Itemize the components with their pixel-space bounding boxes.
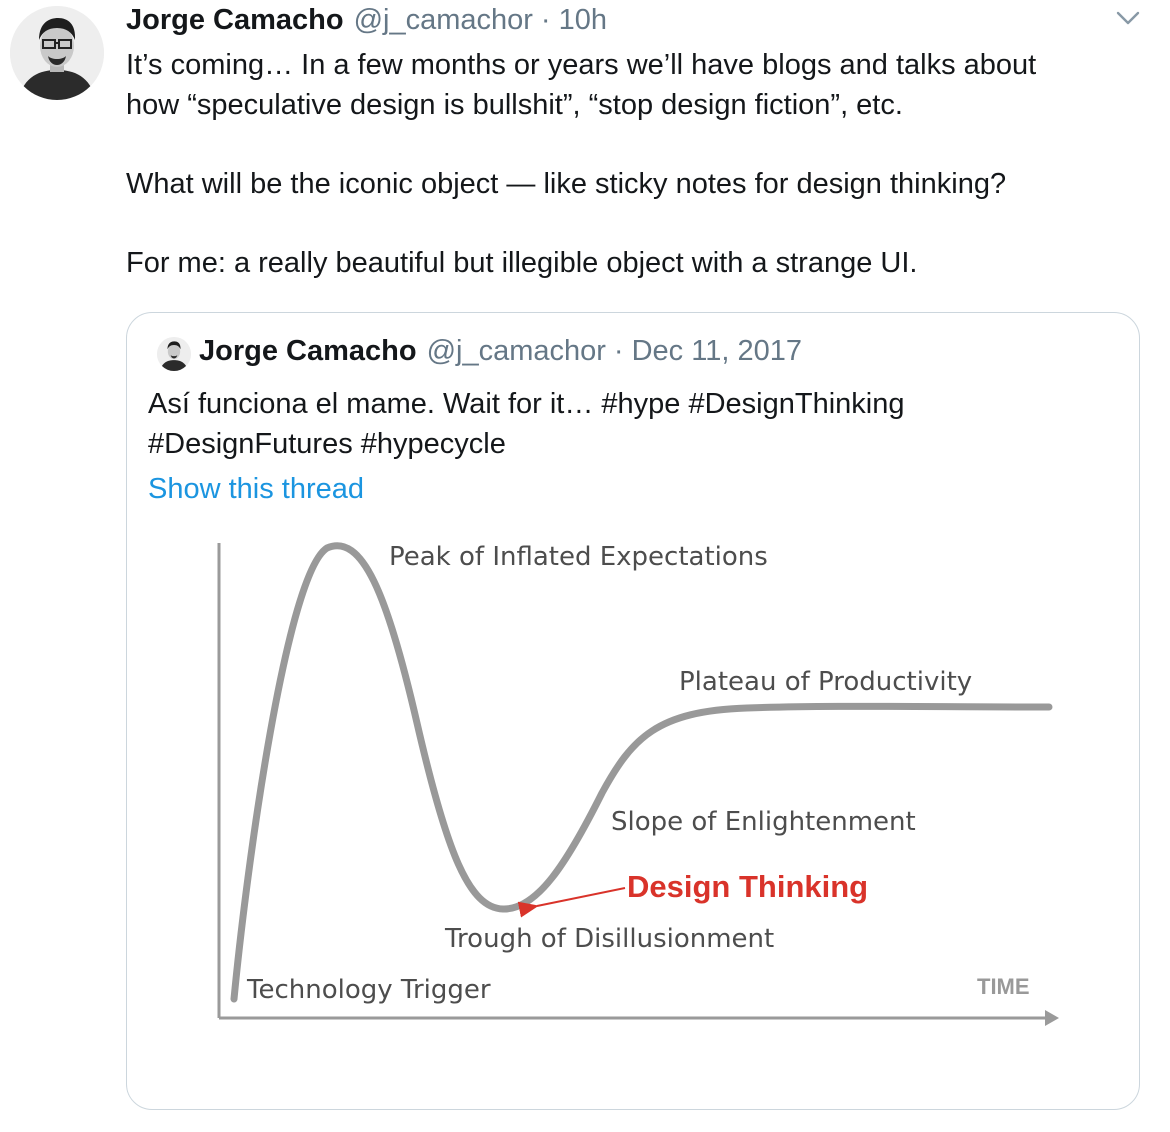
quoted-author-name: Jorge Camacho [199, 335, 417, 367]
header-separator: · [540, 4, 551, 36]
author-handle[interactable]: @j_camachor [354, 4, 533, 37]
quoted-tweet-header: Jorge Camacho @j_camachor · Dec 11, 2017 [199, 335, 802, 368]
trough-label: Trough of Disillusionment [444, 924, 774, 954]
hype-cycle-image: Peak of Inflated Expectations Plateau of… [207, 533, 1067, 1033]
quoted-tweet-card[interactable]: Jorge Camacho @j_camachor · Dec 11, 2017… [126, 312, 1140, 1110]
show-thread-link[interactable]: Show this thread [148, 473, 364, 506]
peak-label: Peak of Inflated Expectations [389, 542, 768, 572]
slope-label: Slope of Enlightenment [611, 807, 916, 837]
design-thinking-label: Design Thinking [627, 869, 868, 904]
author-avatar[interactable] [10, 6, 104, 100]
tweet-timestamp[interactable]: 10h [559, 4, 607, 37]
chevron-down-icon[interactable] [1114, 8, 1142, 28]
quoted-header-separator: · [613, 335, 624, 367]
tweet-header: Jorge Camacho @j_camachor · 10h [126, 4, 607, 40]
trigger-label: Technology Trigger [246, 975, 491, 1005]
author-name[interactable]: Jorge Camacho [126, 4, 344, 37]
tweet-paragraph: What will be the iconic object — like st… [126, 167, 1007, 200]
tweet-text: It’s coming… In a few months or years we… [126, 46, 1136, 283]
design-thinking-arrow [517, 887, 626, 918]
quoted-text-line: Así funciona el mame. Wait for it… #hype… [148, 388, 905, 420]
quoted-text-line: #DesignFutures #hypecycle [148, 427, 506, 460]
tweet: Jorge Camacho @j_camachor · 10h It’s com… [0, 0, 1170, 1132]
tweet-paragraph: For me: a really beautiful but illegible… [126, 246, 918, 279]
tweet-paragraph: It’s coming… In a few months or years we… [126, 49, 1037, 121]
quoted-author-avatar [157, 337, 191, 371]
x-axis-arrowhead [1045, 1010, 1059, 1026]
time-axis-label: TIME [977, 974, 1030, 999]
quoted-tweet-date: Dec 11, 2017 [631, 335, 802, 367]
plateau-label: Plateau of Productivity [679, 667, 972, 697]
quoted-author-handle: @j_camachor [426, 335, 606, 367]
quoted-tweet-text: Así funciona el mame. Wait for it… #hype… [148, 385, 1108, 464]
